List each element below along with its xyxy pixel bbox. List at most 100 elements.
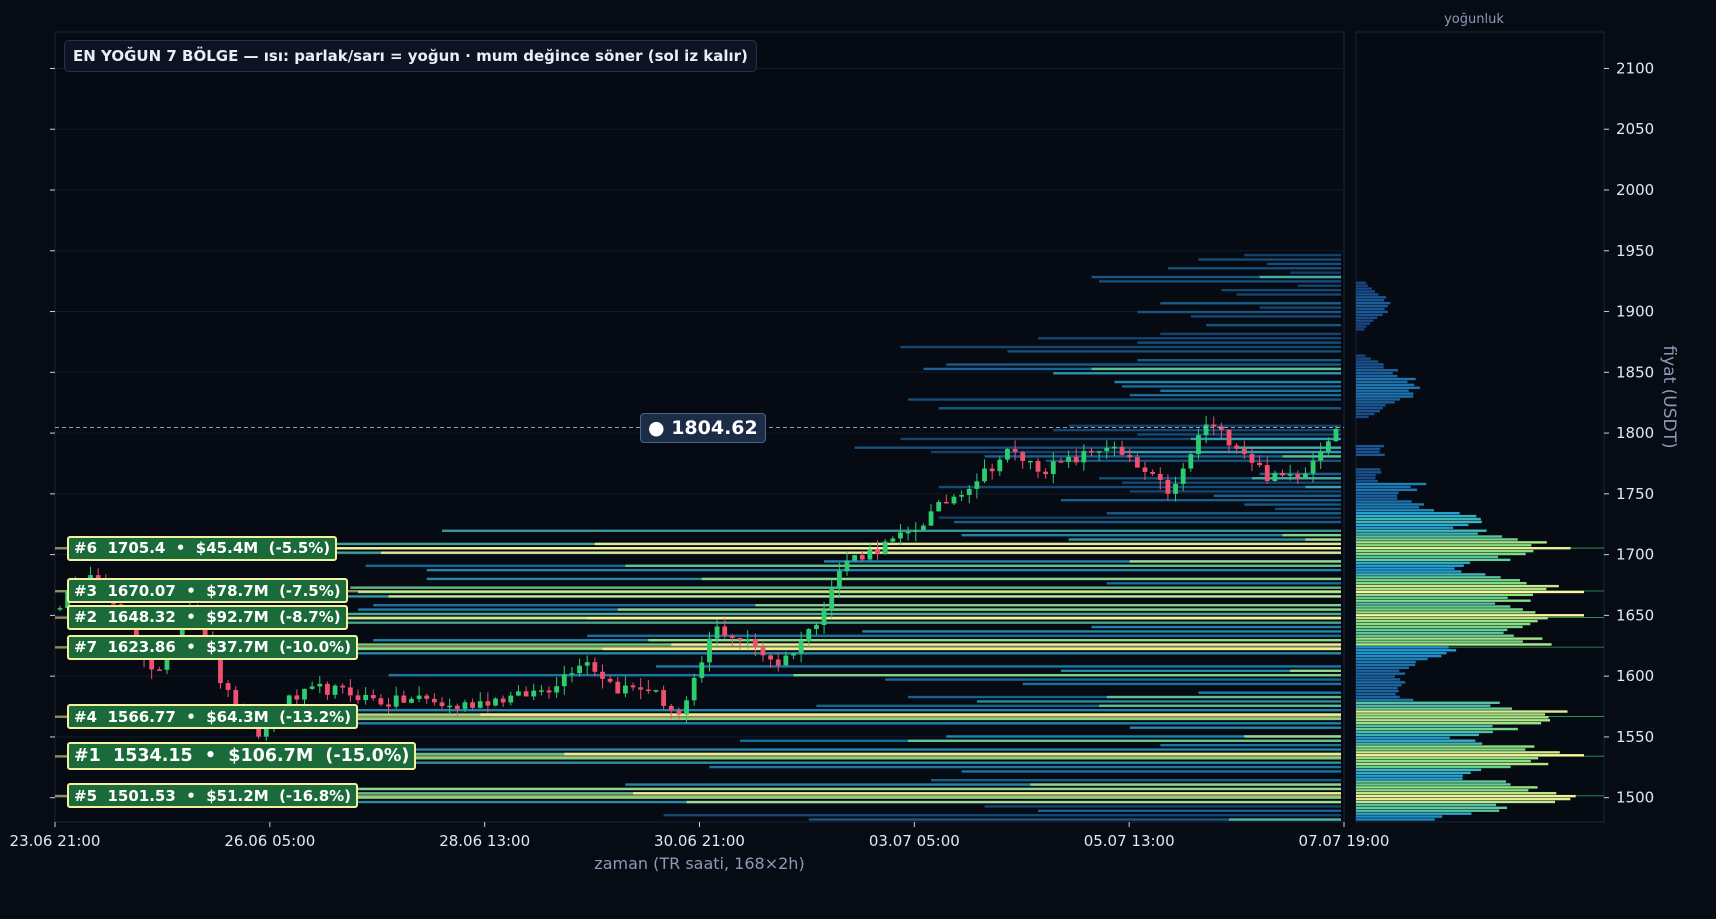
heat-band [1221,288,1341,292]
density-bar [1356,544,1532,547]
density-bar [1356,777,1463,780]
density-bar [1356,768,1482,772]
heat-band [258,621,1341,624]
density-bar [1356,719,1551,722]
candle-body [684,700,689,715]
density-bar [1356,404,1386,407]
density-bar [1356,789,1529,792]
heat-band-bright [648,638,1341,642]
heat-band [938,516,1341,519]
heat-band-bright [564,752,1341,756]
candle-body [1211,424,1217,427]
candle-body [57,608,63,610]
density-bar [1356,692,1396,696]
density-bar [1356,774,1463,777]
density-bar [1356,491,1399,494]
candle-body [493,698,498,706]
density-bar [1356,783,1511,786]
heat-band [1198,258,1341,261]
density-bar [1356,313,1383,317]
density-bar [1356,678,1401,681]
heat-band [1244,253,1341,257]
candle-body [1325,441,1331,452]
heat-band [961,770,1341,773]
candle-body [714,626,720,639]
density-bar [1356,745,1535,748]
density-bar [1356,722,1542,725]
density-bar [1356,786,1538,789]
candle-body [569,673,575,675]
heat-band [442,529,1342,532]
candle-body [409,698,414,703]
candle-body [989,468,995,472]
side-panel-title: yoğunluk [1444,12,1504,27]
candle-body [722,626,728,636]
density-bar [1356,806,1507,810]
heat-band [1060,498,1341,502]
density-bar [1356,576,1501,579]
candle-body [1333,428,1339,442]
candle-body [875,549,880,555]
candle-body [538,690,544,692]
candle-body [347,687,353,696]
candle-body [882,541,888,555]
candle-body [707,638,712,663]
x-tick-label: 30.06 21:00 [654,832,745,850]
zone-label-3: #3 1670.07 • $78.7M (-7.5%) [67,578,348,604]
candle-body [676,710,682,715]
density-bar [1356,409,1380,413]
zone-label-1: #1 1534.15 • $106.7M (-15.0%) [67,742,417,771]
density-bar [1356,360,1379,363]
candle-body [691,677,697,701]
density-bar [1356,660,1416,664]
heat-band [946,363,1341,366]
density-bar [1356,482,1427,486]
density-bar [1356,614,1584,617]
heat-band-bright [380,551,1342,554]
candle-body [1134,457,1140,468]
candle-body [829,589,835,610]
heat-band [1244,503,1341,506]
heat-band [953,520,1341,524]
y-tick-label: 1600 [1616,667,1654,685]
candle-body [1043,471,1049,475]
density-bar [1356,476,1376,480]
density-bar [1356,689,1399,693]
heat-band-bright [319,787,1341,791]
heat-band-bright [1305,538,1341,541]
candle-body [1081,450,1087,463]
heat-band [1129,393,1341,397]
density-bar [1356,549,1534,553]
density-bar [1356,701,1500,704]
candle-body [668,705,674,711]
density-bar [1356,698,1414,702]
density-bar [1356,357,1371,360]
density-bar [1356,584,1559,588]
x-tick-label: 26.06 05:00 [224,832,315,850]
density-bar [1356,567,1455,570]
heat-band [1267,262,1341,266]
heat-band [1038,809,1341,813]
heat-band [908,398,1341,401]
heat-band [1053,372,1341,375]
candle-body [149,658,155,670]
candle-body [592,662,598,672]
heat-band [1129,490,1341,493]
y-tick-label: 1850 [1616,363,1654,381]
heat-band [938,407,1341,410]
candle-body [523,691,529,697]
density-bar [1356,392,1414,395]
density-bar [1356,561,1471,564]
heat-band-bright [1290,669,1341,673]
zone-label-4: #4 1566.77 • $64.3M (-13.2%) [67,704,359,730]
candle-body [516,691,521,696]
heat-band [587,634,1341,638]
heat-band [1122,385,1341,388]
heat-band [1129,726,1341,729]
density-bar [1356,727,1518,731]
heat-band [1290,271,1341,274]
density-bar [1356,771,1471,774]
candle-body [462,702,468,709]
density-bar [1356,301,1391,305]
density-bar [1356,363,1384,366]
